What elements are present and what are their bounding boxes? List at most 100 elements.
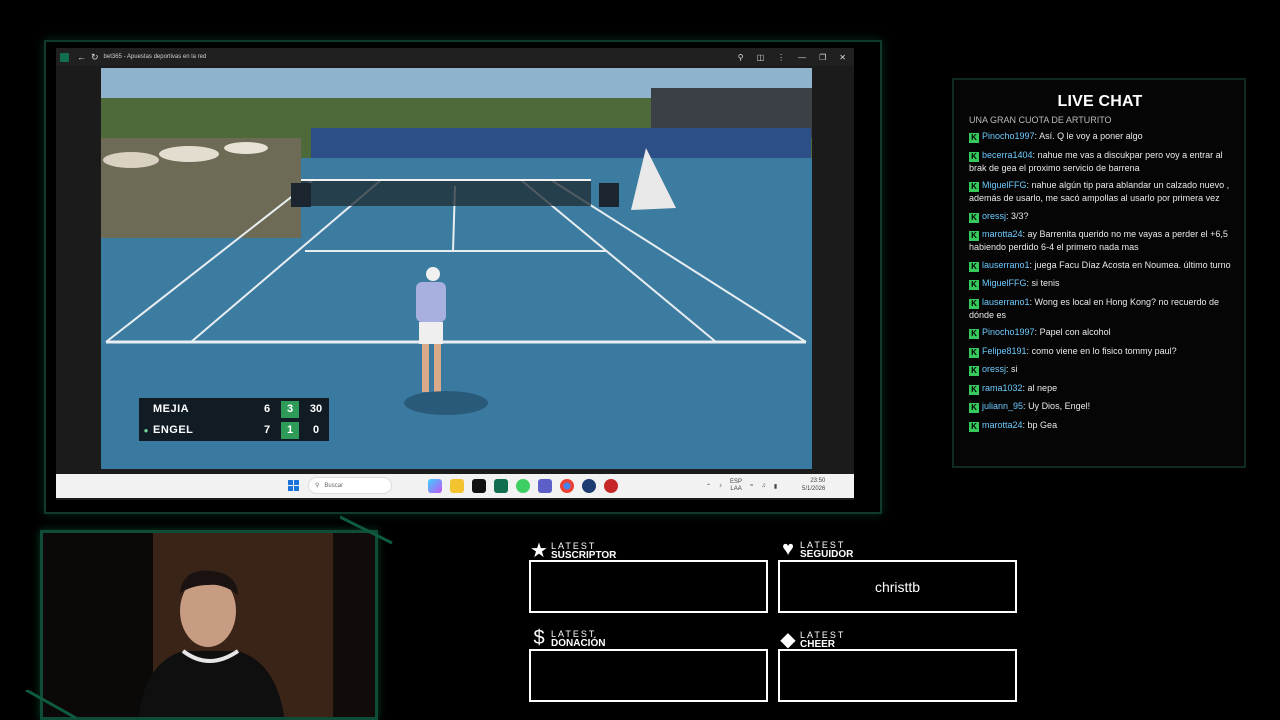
volume-icon[interactable]: ♫ — [761, 483, 766, 489]
battery-icon[interactable]: ▮ — [774, 483, 777, 490]
widget-label-bottom: DONACIÓN — [551, 637, 606, 649]
chat-message: Kmarotta24: bp Gea — [969, 419, 1235, 432]
widget-label-bottom: CHEER — [800, 638, 836, 650]
chat-username[interactable]: oressj — [982, 211, 1006, 221]
kick-badge-icon: K — [969, 366, 979, 376]
close-icon[interactable]: ✕ — [839, 53, 846, 62]
kick-badge-icon: K — [969, 329, 979, 339]
taskbar-clock[interactable]: 23:50 5/1/2026 — [802, 477, 825, 493]
chat-message: Kmarotta24: ay Barrenita querido no me v… — [969, 228, 1235, 253]
more-icon[interactable]: ⋮ — [777, 53, 785, 62]
widget-label-bottom: SEGUIDOR — [800, 548, 854, 560]
chat-cut-message: UNA GRAN CUOTA DE ARTURITO — [969, 115, 1112, 125]
copilot-icon[interactable] — [428, 479, 442, 493]
chat-username[interactable]: Pinocho1997 — [982, 327, 1035, 337]
app-icon[interactable] — [582, 479, 596, 493]
scoreboard-row-player1: MEJIA 6 3 30 — [139, 399, 329, 419]
extensions-icon[interactable]: ◫ — [757, 53, 765, 62]
chat-text: si — [1011, 364, 1018, 374]
set2-score: 1 — [281, 421, 299, 439]
chat-message-list: K Pinocho1997: Así. Q le voy a poner algo… — [969, 130, 1235, 437]
windows-taskbar: ⚲ Buscar ⌃ ♪ ESP LAA ≈ ♫ ▮ 23:50 5/1/202… — [56, 474, 854, 498]
chat-title: LIVE CHAT — [1057, 93, 1143, 110]
tennis-video[interactable]: MEJIA 6 3 30 ● ENGEL 7 1 0 — [101, 68, 812, 469]
windows-start-icon[interactable] — [288, 480, 299, 491]
chat-username[interactable]: lauserrano1 — [982, 297, 1030, 307]
chat-username[interactable]: Felipe8191 — [982, 346, 1027, 356]
mic-icon[interactable]: ♪ — [719, 483, 722, 489]
chat-username[interactable]: Pinocho1997 — [982, 131, 1035, 141]
heart-icon: ♥ — [782, 538, 794, 560]
chat-username[interactable]: marotta24 — [982, 420, 1023, 430]
chrome-icon[interactable] — [560, 479, 574, 493]
taskbar-apps — [428, 479, 618, 493]
app-icon-2[interactable] — [604, 479, 618, 493]
chat-message: Kjuliann_95: Uy Dios, Engel! — [969, 400, 1235, 413]
taskbar-search[interactable]: ⚲ Buscar — [308, 477, 392, 494]
latest-cheer-box — [778, 649, 1017, 702]
kick-badge-icon: K — [969, 133, 979, 143]
chat-username[interactable]: rama1032 — [982, 383, 1023, 393]
chat-username[interactable]: juliann_95 — [982, 401, 1023, 411]
browser-titlebar: ← ↻ bet365 - Apuestas deportivas en la r… — [56, 48, 854, 66]
player-name: ENGEL — [153, 424, 194, 436]
language-sub: LAA — [730, 486, 742, 492]
kick-badge-icon: K — [969, 182, 979, 192]
chat-message: K Pinocho1997: Así. Q le voy a poner algo — [969, 130, 1235, 143]
teams-icon[interactable] — [538, 479, 552, 493]
chat-message: Klauserrano1: Wong es local en Hong Kong… — [969, 296, 1235, 321]
clock-time: 23:50 — [810, 478, 826, 484]
scoreboard: MEJIA 6 3 30 ● ENGEL 7 1 0 — [139, 398, 329, 441]
chevron-up-icon[interactable]: ⌃ — [706, 483, 711, 490]
bet365-taskbar-icon[interactable] — [494, 479, 508, 493]
wifi-icon[interactable]: ≈ — [750, 483, 753, 489]
latest-donation-box — [529, 649, 768, 702]
whatsapp-icon[interactable] — [516, 479, 530, 493]
kick-badge-icon: K — [969, 261, 979, 272]
chat-text: si tenis — [1031, 278, 1060, 288]
widget-label-bottom: SUSCRIPTOR — [551, 549, 617, 561]
chat-username[interactable]: oressj — [982, 364, 1006, 374]
serve-indicator-icon: ● — [143, 425, 149, 435]
folder-icon[interactable] — [450, 479, 464, 493]
chat-message: Koressj: 3/3? — [969, 210, 1235, 223]
back-icon[interactable]: ← — [77, 52, 86, 62]
kick-badge-icon: K — [969, 403, 979, 413]
game-points: 30 — [309, 403, 323, 415]
set1-score: 7 — [263, 424, 271, 436]
webcam-frame — [40, 530, 378, 720]
kick-badge-icon: K — [969, 384, 979, 395]
kick-badge-icon: K — [969, 231, 979, 241]
chat-username[interactable]: MiguelFFG — [982, 278, 1027, 288]
search-icon: ⚲ — [315, 483, 320, 489]
latest-donation-header: $ LATEST DONACIÓN — [529, 627, 605, 650]
chat-username[interactable]: lauserrano1 — [982, 260, 1030, 270]
kick-badge-icon: K — [969, 298, 979, 309]
webcam-feed — [43, 533, 375, 717]
kick-badge-icon: K — [969, 280, 979, 290]
chat-text: bp Gea — [1027, 419, 1058, 430]
dollar-icon: $ — [533, 627, 545, 649]
reload-icon[interactable]: ↻ — [91, 52, 99, 63]
chat-message: Kbecerra1404: nahue me vas a discukpar p… — [969, 149, 1235, 174]
window-title: bet365 - Apuestas deportivas en la red — [103, 54, 207, 60]
browser-window: ← ↻ bet365 - Apuestas deportivas en la r… — [56, 48, 854, 500]
chat-username[interactable]: becerra1404 — [982, 150, 1033, 160]
clock-date: 5/1/2026 — [802, 486, 826, 492]
tiktok-icon[interactable] — [472, 479, 486, 493]
minimize-icon[interactable]: — — [798, 53, 806, 62]
chat-text: juega Facu Díaz Acosta en Noumea. último… — [1034, 259, 1231, 270]
player-name: MEJIA — [153, 403, 190, 415]
chat-message: Klauserrano1: juega Facu Díaz Acosta en … — [969, 259, 1235, 272]
language-indicator[interactable]: ESP — [730, 479, 742, 486]
set2-score: 3 — [281, 400, 299, 418]
chat-username[interactable]: marotta24 — [982, 229, 1023, 239]
chat-username[interactable]: MiguelFFG — [982, 180, 1027, 190]
restore-icon[interactable]: ❐ — [819, 53, 826, 62]
system-tray: ⌃ ♪ ESP LAA ≈ ♫ ▮ — [706, 479, 777, 493]
chat-text: Uy Dios, Engel! — [1028, 401, 1091, 411]
latest-follower-box: christtb — [778, 560, 1017, 613]
key-icon[interactable]: ⚲ — [738, 53, 744, 62]
chat-text: Papel con alcohol — [1039, 327, 1111, 337]
chat-text: Así. Q le voy a poner algo — [1039, 131, 1143, 141]
